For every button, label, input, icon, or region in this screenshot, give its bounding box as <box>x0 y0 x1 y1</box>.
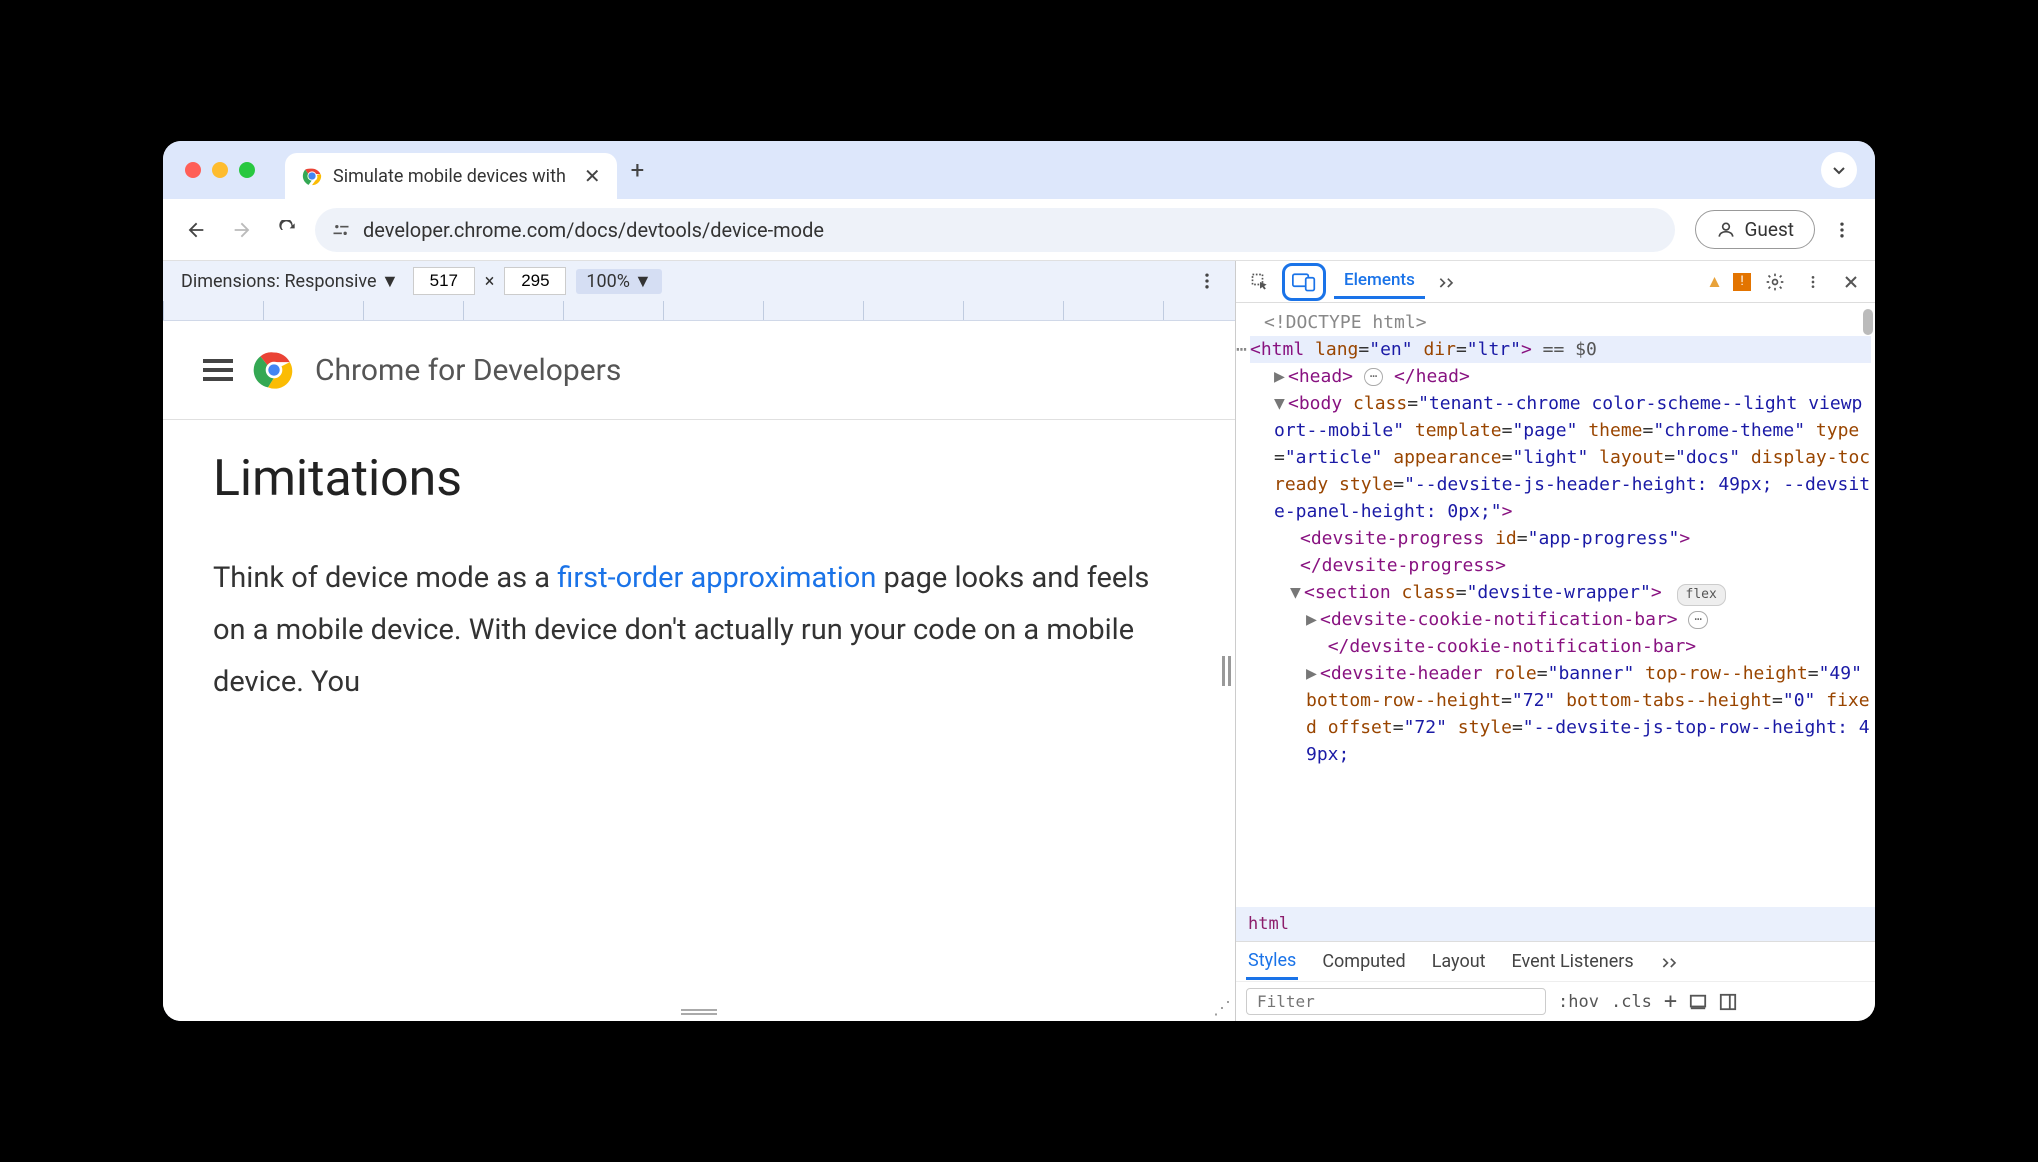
browser-toolbar: developer.chrome.com/docs/devtools/devic… <box>163 199 1875 261</box>
page-heading: Limitations <box>213 450 1185 508</box>
more-styles-tabs-icon[interactable] <box>1658 949 1682 975</box>
dimensions-dropdown[interactable]: Dimensions: Responsive ▼ <box>181 271 399 292</box>
device-mode-pane: Dimensions: Responsive ▼ × 100% ▼ Chrome… <box>163 261 1235 1021</box>
dom-html-element[interactable]: ⋯<html lang="en" dir="ltr"> == $0 <box>1250 336 1871 363</box>
site-settings-icon[interactable] <box>331 220 351 240</box>
window-controls <box>185 162 255 178</box>
page-paragraph: Think of device mode as a first-order ap… <box>213 552 1185 709</box>
url-text: developer.chrome.com/docs/devtools/devic… <box>363 218 824 242</box>
content-split: Dimensions: Responsive ▼ × 100% ▼ Chrome… <box>163 261 1875 1021</box>
devtools-menu-icon[interactable] <box>1799 268 1827 296</box>
devtools-header: Elements ▲ ! <box>1236 261 1875 303</box>
ruler <box>163 301 1235 321</box>
page-body: Limitations Think of device mode as a fi… <box>163 420 1235 739</box>
toggle-sidebar-icon[interactable] <box>1719 993 1737 1011</box>
more-tabs-icon[interactable] <box>1433 268 1461 296</box>
times-label: × <box>485 271 495 292</box>
dom-head-element[interactable]: ▶<head> ⋯ </head> <box>1250 363 1871 390</box>
new-style-rule-icon[interactable]: + <box>1664 989 1677 1014</box>
maximize-window-button[interactable] <box>239 162 255 178</box>
height-input[interactable] <box>504 267 566 295</box>
browser-tab[interactable]: Simulate mobile devices with ✕ <box>285 153 617 199</box>
close-tab-icon[interactable]: ✕ <box>584 164 601 188</box>
inspect-element-icon[interactable] <box>1246 268 1274 296</box>
back-button[interactable] <box>177 211 215 249</box>
elements-tab[interactable]: Elements <box>1334 264 1425 299</box>
dom-header-element[interactable]: ▶<devsite-header role="banner" top-row--… <box>1250 660 1871 768</box>
dom-doctype: <!DOCTYPE html> <box>1250 309 1871 336</box>
tab-strip: Simulate mobile devices with ✕ + <box>163 141 1875 199</box>
dom-progress-element[interactable]: <devsite-progress id="app-progress"></de… <box>1250 525 1871 579</box>
reload-button[interactable] <box>269 211 307 249</box>
toggle-computed-icon[interactable] <box>1689 993 1707 1011</box>
simulated-viewport[interactable]: Chrome for Developers Limitations Think … <box>163 321 1235 1021</box>
person-icon <box>1716 220 1736 240</box>
styles-tab[interactable]: Styles <box>1246 944 1298 980</box>
dom-section-element[interactable]: ▼<section class="devsite-wrapper"> flex <box>1250 579 1871 606</box>
chrome-logo-icon <box>253 349 295 391</box>
device-toolbar-menu[interactable] <box>1197 271 1217 291</box>
resize-handle-right[interactable] <box>1222 656 1231 686</box>
settings-icon[interactable] <box>1761 268 1789 296</box>
issues-icon[interactable]: ! <box>1733 273 1751 291</box>
address-bar[interactable]: developer.chrome.com/docs/devtools/devic… <box>315 208 1675 252</box>
dom-tree[interactable]: <!DOCTYPE html> ⋯<html lang="en" dir="lt… <box>1236 303 1875 907</box>
tab-title: Simulate mobile devices with <box>333 166 566 187</box>
hamburger-icon[interactable] <box>203 359 233 381</box>
site-brand: Chrome for Developers <box>315 353 621 388</box>
resize-handle-bottom[interactable] <box>679 1009 719 1015</box>
profile-label: Guest <box>1744 218 1794 241</box>
tab-search-button[interactable] <box>1821 152 1857 188</box>
resize-handle-corner[interactable]: ⋰ <box>1213 998 1231 1019</box>
profile-button[interactable]: Guest <box>1695 210 1815 249</box>
chrome-menu-button[interactable] <box>1823 211 1861 249</box>
device-toolbar: Dimensions: Responsive ▼ × 100% ▼ <box>163 261 1235 301</box>
close-window-button[interactable] <box>185 162 201 178</box>
warning-icon[interactable]: ▲ <box>1706 272 1723 292</box>
approximation-link[interactable]: first-order approximation <box>557 561 876 595</box>
dom-breadcrumb[interactable]: html <box>1236 907 1875 941</box>
computed-tab[interactable]: Computed <box>1320 945 1407 978</box>
chrome-window: Simulate mobile devices with ✕ + develop… <box>163 141 1875 1021</box>
dom-body-element[interactable]: ▼<body class="tenant--chrome color-schem… <box>1250 390 1871 525</box>
minimize-window-button[interactable] <box>212 162 228 178</box>
zoom-dropdown[interactable]: 100% ▼ <box>576 269 661 294</box>
hov-toggle[interactable]: :hov <box>1558 992 1599 1012</box>
devtools-panel: Elements ▲ ! <!DOCTYPE html> ⋯<html lang… <box>1235 261 1875 1021</box>
scrollbar-thumb[interactable] <box>1863 309 1873 335</box>
event-listeners-tab[interactable]: Event Listeners <box>1510 945 1636 978</box>
close-devtools-icon[interactable] <box>1837 268 1865 296</box>
cls-toggle[interactable]: .cls <box>1611 992 1652 1012</box>
styles-filter-input[interactable] <box>1246 988 1546 1015</box>
new-tab-button[interactable]: + <box>631 156 645 184</box>
width-input[interactable] <box>413 267 475 295</box>
dom-cookie-element[interactable]: ▶<devsite-cookie-notification-bar> ⋯ </d… <box>1250 606 1871 660</box>
forward-button[interactable] <box>223 211 261 249</box>
page-header: Chrome for Developers <box>163 321 1235 420</box>
chrome-favicon-icon <box>301 165 323 187</box>
layout-tab[interactable]: Layout <box>1430 945 1488 978</box>
styles-toolbar: :hov .cls + <box>1236 981 1875 1021</box>
toggle-device-toolbar-icon[interactable] <box>1282 263 1326 301</box>
styles-tabs: Styles Computed Layout Event Listeners <box>1236 941 1875 981</box>
